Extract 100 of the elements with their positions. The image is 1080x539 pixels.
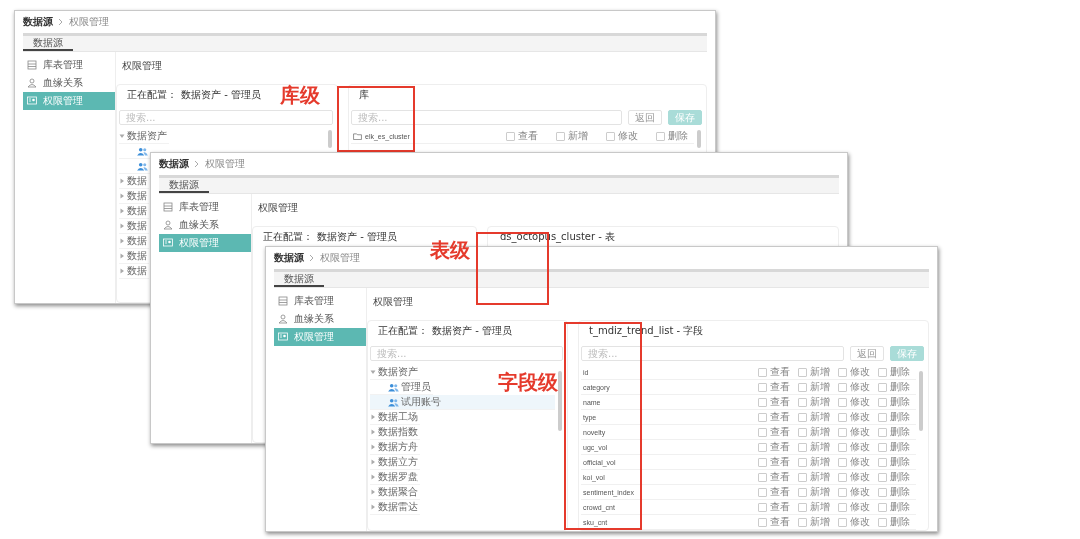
search-field[interactable]: 搜索... [581, 345, 844, 361]
permission-checkbox[interactable]: 新增 [798, 365, 830, 379]
tree-item[interactable]: 数据 [119, 264, 149, 279]
permission-checkbox[interactable]: 新增 [798, 425, 830, 439]
permission-checkbox[interactable]: 删除 [878, 395, 910, 409]
permission-checkbox[interactable]: 删除 [878, 455, 910, 469]
permission-checkbox[interactable]: 查看 [758, 410, 790, 424]
permission-checkbox[interactable]: 删除 [878, 410, 910, 424]
permission-checkbox[interactable]: 修改 [838, 410, 870, 424]
scrollbar[interactable] [328, 130, 332, 148]
sidebar-item[interactable]: 库表管理 [159, 198, 251, 216]
chevron-icon [194, 160, 200, 168]
search-field[interactable]: 搜索... [119, 109, 333, 125]
users-icon [388, 382, 399, 392]
tree-item[interactable]: 数据方舟 [370, 440, 420, 455]
permission-checkbox[interactable]: 新增 [798, 485, 830, 499]
permission-checkbox[interactable]: 修改 [838, 365, 870, 379]
permission-checkbox[interactable]: 新增 [556, 129, 588, 143]
permission-checkbox[interactable]: 新增 [798, 470, 830, 484]
tree-item[interactable]: 数据 [119, 249, 149, 264]
tree-item[interactable]: 数据工场 [370, 410, 420, 425]
permission-checkbox[interactable]: 删除 [878, 380, 910, 394]
permission-checkbox[interactable]: 查看 [758, 500, 790, 514]
sidebar-item[interactable]: 血缘关系 [274, 310, 366, 328]
back-button[interactable]: 返回 [628, 109, 662, 125]
permission-checkbox[interactable]: 查看 [758, 485, 790, 499]
tab[interactable]: 数据源 [274, 272, 324, 287]
permission-checkbox[interactable]: 新增 [798, 410, 830, 424]
permission-checkbox[interactable]: 新增 [798, 455, 830, 469]
permission-checkbox[interactable]: 查看 [758, 455, 790, 469]
permission-checkbox[interactable]: 查看 [758, 470, 790, 484]
tree-item[interactable]: 数据 [119, 174, 149, 189]
caret-right-icon [119, 223, 125, 229]
permission-checkbox[interactable]: 查看 [758, 425, 790, 439]
person-icon [278, 314, 288, 324]
permission-checkbox[interactable]: 修改 [838, 425, 870, 439]
tree-item[interactable]: 数据 [119, 219, 149, 234]
permission-checkbox[interactable]: 新增 [798, 395, 830, 409]
permission-checkbox[interactable]: 删除 [878, 425, 910, 439]
tree-item[interactable]: 数据指数 [370, 425, 420, 440]
tree-item[interactable]: 数据资产 [119, 129, 169, 144]
permission-checkbox[interactable]: 修改 [838, 515, 870, 529]
permission-checkbox[interactable]: 新增 [798, 380, 830, 394]
tree-item[interactable]: 数据 [119, 204, 149, 219]
permission-checkbox[interactable]: 删除 [878, 515, 910, 529]
sidebar-item[interactable]: 库表管理 [23, 56, 115, 74]
search-field[interactable]: 搜索... [351, 109, 622, 125]
config-label: 正在配置： [263, 230, 313, 244]
permission-checkbox[interactable]: 修改 [838, 455, 870, 469]
person-icon [163, 220, 173, 230]
permission-checkbox[interactable]: 删除 [878, 485, 910, 499]
permission-checkbox[interactable]: 修改 [606, 129, 638, 143]
permission-checkbox[interactable]: 查看 [758, 380, 790, 394]
tree-item[interactable]: 数据 [119, 234, 149, 249]
tree-item[interactable]: 数据罗盘 [370, 470, 420, 485]
breadcrumb-link[interactable]: 数据源 [159, 157, 189, 171]
permission-checkbox[interactable]: 查看 [758, 395, 790, 409]
tree-item[interactable]: 数据 [119, 189, 149, 204]
tree-item[interactable]: 数据聚合 [370, 485, 420, 500]
permission-checkbox[interactable]: 修改 [838, 395, 870, 409]
permission-checkbox[interactable]: 新增 [798, 500, 830, 514]
scrollbar[interactable] [697, 130, 701, 148]
permission-checkbox[interactable]: 查看 [506, 129, 538, 143]
sidebar-item[interactable]: 权限管理 [23, 92, 115, 110]
sidebar-item[interactable]: 库表管理 [274, 292, 366, 310]
permission-checkbox[interactable]: 删除 [878, 470, 910, 484]
permission-checkbox[interactable]: 删除 [656, 129, 688, 143]
sidebar-item[interactable]: 权限管理 [159, 234, 251, 252]
tree-item[interactable]: 数据立方 [370, 455, 420, 470]
tree-child-item[interactable]: 试用账号 [370, 395, 555, 410]
annotation-label: 字段级 [498, 371, 558, 393]
permission-checkbox[interactable]: 修改 [838, 485, 870, 499]
caret-right-icon [119, 193, 125, 199]
sidebar-item[interactable]: 权限管理 [274, 328, 366, 346]
permission-checkbox[interactable]: 修改 [838, 380, 870, 394]
sidebar-item[interactable]: 血缘关系 [159, 216, 251, 234]
permission-checkbox[interactable]: 删除 [878, 500, 910, 514]
search-field[interactable]: 搜索... [370, 345, 563, 361]
permission-checkbox[interactable]: 查看 [758, 365, 790, 379]
permission-checkbox[interactable]: 修改 [838, 470, 870, 484]
breadcrumb-link[interactable]: 数据源 [274, 251, 304, 265]
permission-checkbox[interactable]: 删除 [878, 365, 910, 379]
permission-checkbox[interactable]: 修改 [838, 440, 870, 454]
tab[interactable]: 数据源 [159, 178, 209, 193]
annotation-label: 库级 [280, 83, 320, 107]
breadcrumb-link[interactable]: 数据源 [23, 15, 53, 29]
scrollbar[interactable] [919, 371, 923, 431]
permission-checkbox[interactable]: 删除 [878, 440, 910, 454]
sidebar-item[interactable]: 血缘关系 [23, 74, 115, 92]
permission-checkbox[interactable]: 查看 [758, 440, 790, 454]
scrollbar[interactable] [558, 371, 562, 431]
tree-item[interactable]: 数据雷达 [370, 500, 420, 515]
permission-checkbox[interactable]: 新增 [798, 515, 830, 529]
permission-checkbox[interactable]: 查看 [758, 515, 790, 529]
tab[interactable]: 数据源 [23, 36, 73, 51]
back-button[interactable]: 返回 [850, 345, 884, 361]
caret-right-icon [370, 474, 376, 480]
permission-checkbox[interactable]: 修改 [838, 500, 870, 514]
tree-item[interactable]: 数据资产 [370, 365, 420, 380]
permission-checkbox[interactable]: 新增 [798, 440, 830, 454]
